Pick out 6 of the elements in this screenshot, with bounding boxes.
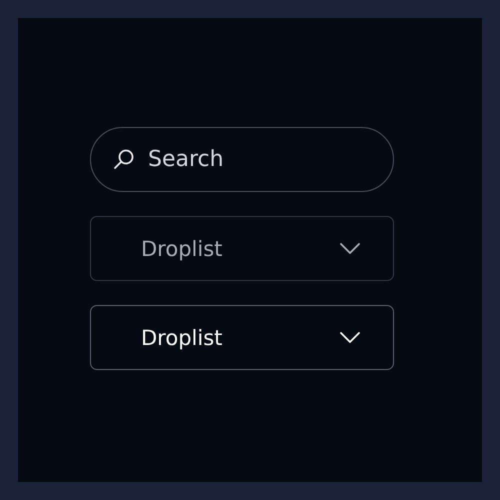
chevron-down-icon [340,332,360,344]
droplist[interactable]: Droplist [90,305,394,370]
droplist[interactable]: Droplist [90,216,394,281]
search-icon [113,148,135,170]
chevron-down-icon [340,242,360,254]
search-field[interactable]: Search [90,127,394,192]
